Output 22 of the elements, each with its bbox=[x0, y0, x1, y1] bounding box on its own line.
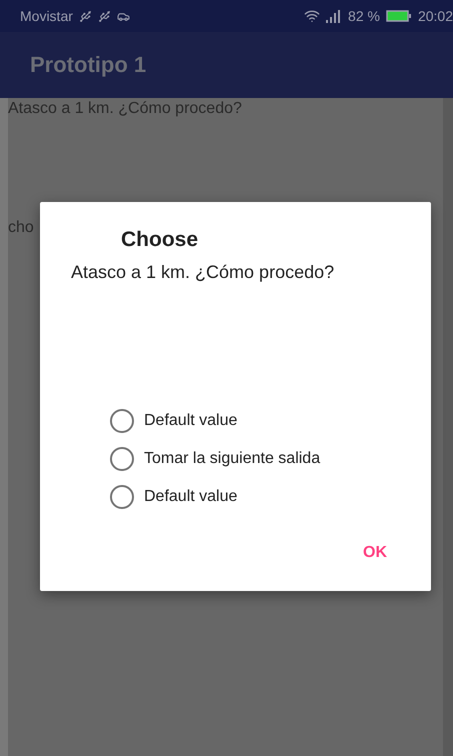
dialog-message: Atasco a 1 km. ¿Cómo procedo? bbox=[71, 262, 336, 283]
option-label: Default value bbox=[144, 412, 238, 430]
clock-time: 20:02 bbox=[418, 8, 453, 24]
usb-icon bbox=[78, 10, 92, 22]
option-label: Default value bbox=[144, 488, 238, 506]
signal-icon bbox=[326, 10, 342, 22]
question-text: Atasco a 1 km. ¿Cómo procedo? bbox=[8, 100, 243, 118]
wifi-icon bbox=[304, 8, 320, 24]
app-title: Prototipo 1 bbox=[30, 52, 146, 78]
radio-icon[interactable] bbox=[110, 485, 134, 509]
radio-option[interactable]: Tomar la siguiente salida bbox=[110, 446, 431, 472]
radio-option[interactable]: Default value bbox=[110, 484, 431, 510]
option-label: Tomar la siguiente salida bbox=[144, 450, 320, 468]
dialog-title: Choose bbox=[121, 228, 200, 252]
choice-label: cho bbox=[8, 219, 35, 237]
carrier-name: Movistar bbox=[20, 8, 73, 24]
battery-icon bbox=[386, 10, 412, 22]
usb-icon bbox=[98, 10, 111, 22]
radio-option[interactable]: Default value bbox=[110, 408, 431, 434]
radio-icon[interactable] bbox=[110, 447, 134, 471]
radio-icon[interactable] bbox=[110, 409, 134, 433]
battery-percentage: 82 % bbox=[348, 8, 380, 24]
